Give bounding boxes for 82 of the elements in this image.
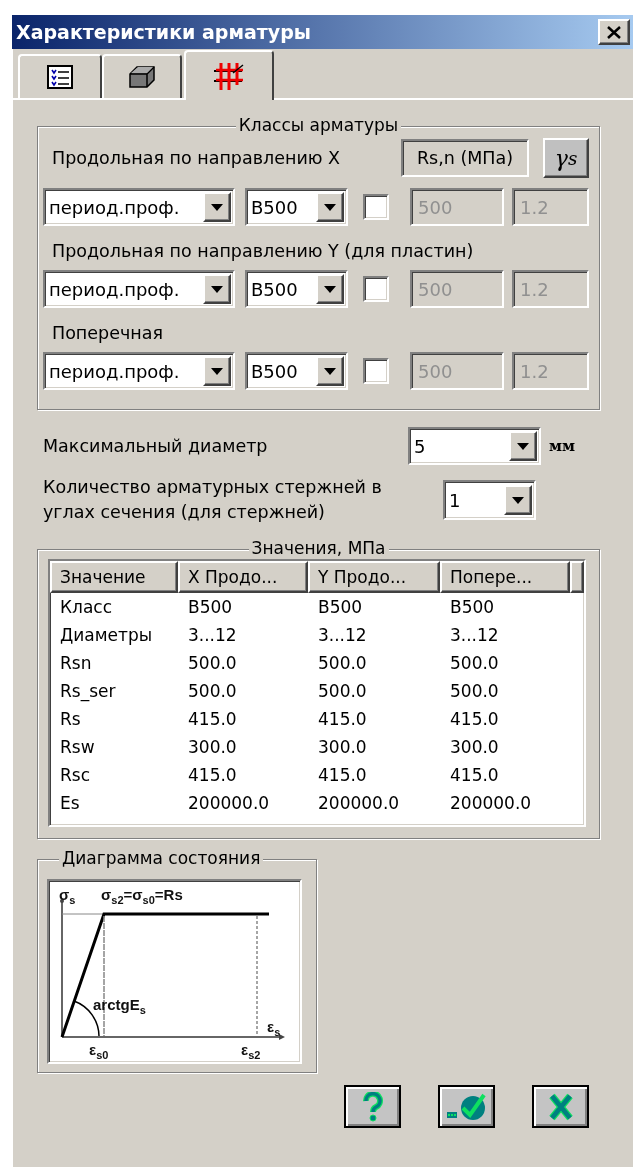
caret-icon — [211, 367, 223, 375]
caret-icon — [517, 442, 529, 450]
dropdown-button[interactable] — [316, 274, 344, 304]
table-cell-text: 415.0 — [187, 765, 238, 785]
table-cell-text: 200000.0 — [317, 793, 401, 813]
tab[interactable] — [18, 54, 102, 98]
diagram-label: ε$_{s0}$ — [89, 1042, 109, 1063]
column-header[interactable]: X Продо... — [178, 561, 308, 593]
row-label: Продольная по направлению Y (для пластин) — [52, 241, 474, 261]
diagram-label: ε$_{s}$ — [267, 1019, 281, 1040]
diagram-label: ε$_{s2}$ — [241, 1042, 261, 1063]
column-header: Rs,n (МПа) — [401, 139, 529, 177]
table-cell-text: Класс — [59, 597, 114, 617]
list-icon — [47, 65, 73, 89]
dropdown-button[interactable] — [203, 192, 231, 222]
table-cell-text: 415.0 — [317, 709, 368, 729]
row-label: Продольная по направлению X — [52, 148, 342, 168]
tab[interactable] — [102, 54, 182, 98]
close-button[interactable] — [598, 19, 630, 45]
box-icon — [128, 65, 156, 89]
table-cell-text: Rsw — [59, 737, 96, 757]
caret-icon — [211, 285, 223, 293]
diagram-label: σ$_{s2}$=σ$_{s0}$=Rs — [101, 887, 183, 908]
table-cell-text: 415.0 — [449, 765, 500, 785]
caret-icon — [324, 203, 336, 211]
column-header[interactable]: Значение — [50, 561, 178, 593]
caret-icon — [211, 203, 223, 211]
table-cell-text: 500.0 — [317, 653, 368, 673]
dropdown-button[interactable] — [316, 192, 344, 222]
dropdown-button[interactable] — [203, 274, 231, 304]
table-cell-text: B500 — [187, 597, 234, 617]
diagram-label: σ$_{s}$ — [59, 887, 76, 908]
dropdown-button[interactable] — [504, 485, 532, 515]
table-cell-text: 3...12 — [317, 625, 368, 645]
table-cell-text: 3...12 — [449, 625, 500, 645]
table-cell-text: 415.0 — [317, 765, 368, 785]
dropdown-button[interactable] — [509, 431, 537, 461]
field-label: Количество арматурных стержней в углах сечения (для стержней) — [43, 476, 383, 524]
table-cell-text: 300.0 — [317, 737, 368, 757]
table-cell-text: 500.0 — [449, 681, 500, 701]
caret-icon — [324, 367, 336, 375]
table-cell-text: Диаметры — [59, 625, 154, 645]
dropdown[interactable]: 1 — [443, 480, 536, 520]
table-cell-text: 300.0 — [449, 737, 500, 757]
table-cell-text: 3...12 — [187, 625, 238, 645]
column-header[interactable]: Попере... — [440, 561, 570, 593]
caret-icon — [324, 285, 336, 293]
table-cell-text: 500.0 — [187, 681, 238, 701]
close-icon — [547, 1092, 574, 1121]
table-cell-text: Rsc — [59, 765, 91, 785]
table-cell-text: 415.0 — [449, 709, 500, 729]
table-cell-text: 415.0 — [187, 709, 238, 729]
table-cell-text: B500 — [449, 597, 496, 617]
close-icon — [607, 25, 621, 39]
table-cell-text: B500 — [317, 597, 364, 617]
dropdown[interactable]: 5 — [408, 427, 541, 465]
field-label: Максимальный диаметр — [43, 436, 269, 456]
help-icon — [361, 1091, 384, 1122]
table-cell-text: Es — [59, 793, 81, 813]
table-cell-text: Rsn — [59, 653, 93, 673]
table-cell-text: Rs — [59, 709, 82, 729]
rebar-grid-icon — [213, 61, 245, 91]
ok-button[interactable] — [438, 1085, 495, 1128]
row-label: Поперечная — [52, 323, 163, 343]
table-cell-text: Rs_ser — [59, 681, 117, 701]
caret-icon — [512, 496, 524, 504]
tab[interactable] — [184, 50, 274, 100]
diagram-label: arctgE$_{s}$ — [93, 997, 146, 1018]
window-title: Характеристики арматуры — [16, 21, 311, 43]
table-cell-text: 200000.0 — [187, 793, 271, 813]
table-cell-text: 500.0 — [187, 653, 238, 673]
column-header[interactable]: Y Продо... — [308, 561, 440, 593]
table-cell-text: 500.0 — [317, 681, 368, 701]
cancel-button[interactable] — [532, 1085, 589, 1128]
table-cell-text: 300.0 — [187, 737, 238, 757]
help-button[interactable] — [344, 1085, 401, 1128]
dropdown-button[interactable] — [316, 356, 344, 386]
unit-label: мм — [549, 437, 576, 455]
table-cell-text: 500.0 — [449, 653, 500, 673]
dropdown-button[interactable] — [203, 356, 231, 386]
table-cell-text: 200000.0 — [449, 793, 533, 813]
reference-line — [61, 913, 105, 915]
